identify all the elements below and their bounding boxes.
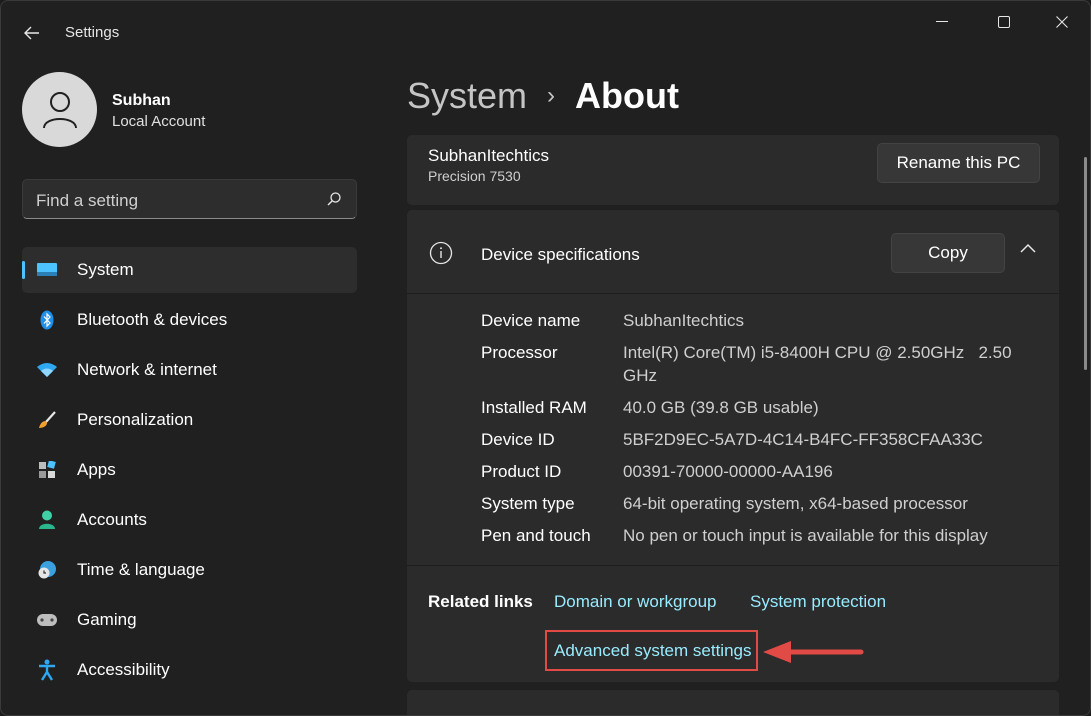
spec-label: Product ID: [481, 462, 562, 481]
back-button[interactable]: [15, 17, 49, 49]
spec-value: No pen or touch input is available for t…: [623, 526, 988, 545]
domain-or-workgroup-link[interactable]: Domain or workgroup: [554, 592, 717, 612]
copy-button[interactable]: Copy: [891, 233, 1005, 273]
annotation-highlight-box: [545, 630, 758, 671]
spec-label: Processor: [481, 343, 558, 362]
account-type: Local Account: [112, 113, 206, 130]
sidebar-item-network[interactable]: Network & internet: [22, 347, 357, 393]
spec-label: Installed RAM: [481, 398, 587, 417]
specifications-list: Device name SubhanItechtics Processor In…: [481, 309, 1041, 556]
breadcrumb-parent[interactable]: System: [407, 75, 527, 117]
search-placeholder: Find a setting: [36, 191, 139, 210]
spec-value: Intel(R) Core(TM) i5-8400H CPU @ 2.50GHz…: [623, 343, 1017, 385]
sidebar-item-label: Accessibility: [77, 660, 170, 679]
search-icon: [327, 192, 341, 206]
sidebar-item-accounts[interactable]: Accounts: [22, 497, 357, 543]
spec-row: Product ID 00391-70000-00000-AA196: [481, 460, 1041, 483]
minimize-icon: [936, 21, 948, 22]
bluetooth-icon: [36, 310, 58, 330]
close-button[interactable]: [1039, 9, 1085, 35]
spec-row: Device ID 5BF2D9EC-5A7D-4C14-B4FC-FF358C…: [481, 428, 1041, 451]
pc-name-card: SubhanItechtics Precision 7530 Rename th…: [407, 135, 1059, 205]
spec-label: Device name: [481, 311, 581, 330]
gamepad-icon: [36, 610, 58, 630]
title-bar: Settings: [1, 1, 1090, 63]
device-specifications-card: Device specifications Copy Device name S…: [407, 210, 1059, 682]
spec-label: System type: [481, 494, 575, 513]
search-box[interactable]: Find a setting: [22, 179, 357, 219]
spec-value: 00391-70000-00000-AA196: [623, 462, 833, 481]
annotation-arrow-icon: [763, 641, 864, 663]
sidebar-item-label: Network & internet: [77, 360, 217, 379]
spec-row: Pen and touch No pen or touch input is a…: [481, 524, 1041, 547]
settings-window: Settings Subhan Local Account Find a set…: [0, 0, 1091, 716]
next-section-card: [407, 690, 1059, 715]
sidebar-item-label: Bluetooth & devices: [77, 310, 228, 329]
maximize-button[interactable]: [981, 9, 1027, 35]
close-icon: [1056, 16, 1068, 28]
sidebar-item-accessibility[interactable]: Accessibility: [22, 647, 357, 693]
info-icon: [429, 241, 453, 265]
sidebar-item-label: Accounts: [77, 510, 147, 529]
globe-clock-icon: [36, 560, 58, 580]
sidebar-item-personalization[interactable]: Personalization: [22, 397, 357, 443]
sidebar-item-apps[interactable]: Apps: [22, 447, 357, 493]
sidebar-item-gaming[interactable]: Gaming: [22, 597, 357, 643]
scrollbar[interactable]: [1084, 157, 1087, 370]
spec-row: Device name SubhanItechtics: [481, 309, 1041, 332]
sidebar-item-label: Personalization: [77, 410, 194, 429]
sidebar-item-label: System: [77, 260, 134, 279]
spec-row: System type 64-bit operating system, x64…: [481, 492, 1041, 515]
sidebar-item-label: Time & language: [77, 560, 205, 579]
sidebar-item-label: Gaming: [77, 610, 137, 629]
system-icon: [36, 260, 58, 280]
sidebar-item-time-language[interactable]: Time & language: [22, 547, 357, 593]
back-arrow-icon: [24, 26, 39, 40]
spec-label: Pen and touch: [481, 526, 591, 545]
spec-row: Installed RAM 40.0 GB (39.8 GB usable): [481, 396, 1041, 419]
maximize-icon: [998, 16, 1010, 28]
accounts-icon: [36, 510, 58, 530]
spec-label: Device ID: [481, 430, 555, 449]
chevron-up-icon[interactable]: [1019, 243, 1037, 255]
pc-name: SubhanItechtics: [428, 146, 549, 165]
sidebar-item-system[interactable]: System: [22, 247, 357, 293]
related-links-label: Related links: [428, 592, 533, 611]
accessibility-icon: [36, 659, 58, 681]
brush-icon: [36, 410, 58, 430]
sidebar-item-bluetooth[interactable]: Bluetooth & devices: [22, 297, 357, 343]
specifications-title: Device specifications: [481, 245, 640, 264]
breadcrumb-separator: ›: [547, 82, 556, 109]
breadcrumb: System › About: [407, 75, 679, 117]
sidebar-item-label: Apps: [77, 460, 116, 479]
minimize-button[interactable]: [919, 9, 965, 35]
user-name: Subhan: [112, 92, 171, 109]
spec-value: 64-bit operating system, x64-based proce…: [623, 494, 968, 513]
app-title: Settings: [65, 24, 120, 41]
rename-pc-button[interactable]: Rename this PC: [877, 143, 1040, 183]
user-icon: [42, 91, 77, 128]
system-protection-link[interactable]: System protection: [750, 592, 886, 612]
avatar[interactable]: [22, 72, 97, 147]
spec-value: SubhanItechtics: [623, 311, 744, 330]
pc-model: Precision 7530: [428, 168, 521, 184]
specifications-header[interactable]: Device specifications Copy: [407, 210, 1059, 294]
spec-value: 5BF2D9EC-5A7D-4C14-B4FC-FF358CFAA33C: [623, 430, 983, 449]
apps-icon: [36, 460, 58, 480]
page-title: About: [575, 75, 679, 116]
spec-row: Processor Intel(R) Core(TM) i5-8400H CPU…: [481, 341, 1041, 387]
wifi-icon: [36, 360, 58, 380]
spec-value: 40.0 GB (39.8 GB usable): [623, 398, 819, 417]
sidebar-nav: System Bluetooth & devices Network & int…: [22, 247, 357, 697]
